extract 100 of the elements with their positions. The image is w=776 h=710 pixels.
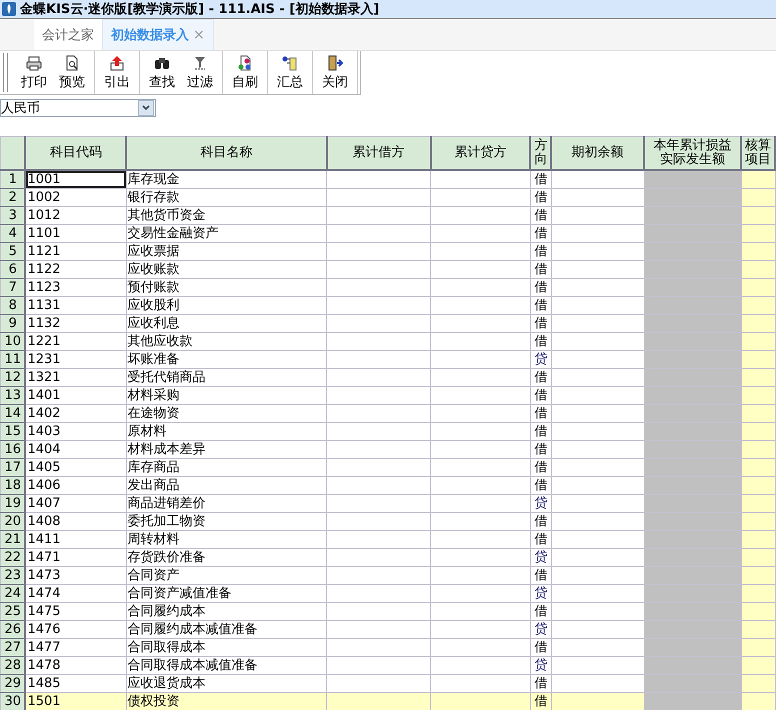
table-cell: 库存现金 <box>126 170 327 188</box>
table-cell: 1403 <box>25 422 126 440</box>
row-number: 6 <box>0 260 26 278</box>
table-cell: 1101 <box>25 224 126 242</box>
table-cell: 坏账准备 <box>126 350 327 368</box>
row-number: 18 <box>0 476 26 494</box>
toolbar-button[interactable]: 关闭 <box>316 51 354 94</box>
table-cell: 借 <box>530 314 552 332</box>
table-cell: 1401 <box>25 386 126 404</box>
table-cell: 交易性金融资产 <box>126 224 327 242</box>
row-number: 21 <box>0 530 26 548</box>
table-cell: 合同资产 <box>126 566 327 584</box>
table-cell: 贷 <box>530 548 552 566</box>
column-header[interactable]: 科目名称 <box>126 136 327 170</box>
table-cell: 1475 <box>25 602 126 620</box>
table-cell: 1476 <box>25 620 126 638</box>
table-cell: 合同履约成本减值准备 <box>126 620 327 638</box>
toolbar-button[interactable]: 打印 <box>15 51 53 94</box>
column-header[interactable]: 本年累计损益实际发生额 <box>644 136 742 170</box>
row-number: 26 <box>0 620 26 638</box>
table-cell: 1405 <box>25 458 126 476</box>
row-number: 28 <box>0 656 26 674</box>
table-cell: 周转材料 <box>126 530 327 548</box>
table-cell: 借 <box>530 386 552 404</box>
close-icon <box>327 54 343 70</box>
chevron-down-icon <box>138 100 154 116</box>
table-cell: 合同取得成本 <box>126 638 327 656</box>
table-cell: 1131 <box>25 296 126 314</box>
column-header[interactable]: 方向 <box>530 136 552 170</box>
row-number: 9 <box>0 314 26 332</box>
table-cell: 贷 <box>530 584 552 602</box>
toolbar-button[interactable]: 自刷 <box>226 51 264 94</box>
table-cell: 1321 <box>25 368 126 386</box>
table-cell: 借 <box>530 458 552 476</box>
table-cell: 材料采购 <box>126 386 327 404</box>
tab[interactable]: 会计之家 <box>34 19 102 50</box>
row-number: 1 <box>0 170 26 188</box>
table-cell: 1012 <box>25 206 126 224</box>
table-cell: 1471 <box>25 548 126 566</box>
table-cell: 材料成本差异 <box>126 440 327 458</box>
table-cell: 借 <box>530 404 552 422</box>
row-number: 16 <box>0 440 26 458</box>
column-header[interactable]: 累计贷方 <box>430 136 530 170</box>
table-cell: 1477 <box>25 638 126 656</box>
table-cell: 应收股利 <box>126 296 327 314</box>
row-number: 5 <box>0 242 26 260</box>
table-cell: 借 <box>530 206 552 224</box>
table-cell: 1402 <box>25 404 126 422</box>
table-cell: 库存商品 <box>126 458 327 476</box>
table-cell: 受托代销商品 <box>126 368 327 386</box>
table-cell: 商品进销差价 <box>126 494 327 512</box>
table-cell: 借 <box>530 224 552 242</box>
column-header[interactable]: 期初余额 <box>551 136 644 170</box>
table-cell: 1123 <box>25 278 126 296</box>
row-number: 27 <box>0 638 26 656</box>
row-number: 11 <box>0 350 26 368</box>
table-cell: 1407 <box>25 494 126 512</box>
row-number: 14 <box>0 404 26 422</box>
currency-dropdown[interactable]: 人民币 <box>0 99 156 117</box>
table-cell: 借 <box>530 242 552 260</box>
table-cell: 借 <box>530 422 552 440</box>
table-cell: 借 <box>530 602 552 620</box>
table-cell: 预付账款 <box>126 278 327 296</box>
table-cell: 应收票据 <box>126 242 327 260</box>
row-number: 10 <box>0 332 26 350</box>
table-cell: 其他应收款 <box>126 332 327 350</box>
table-cell: 1501 <box>25 692 126 710</box>
toolbar-button[interactable]: 查找 <box>143 51 181 94</box>
table-cell: 借 <box>530 440 552 458</box>
table-cell: 原材料 <box>126 422 327 440</box>
table-cell: 存货跌价准备 <box>126 548 327 566</box>
table-cell: 应收利息 <box>126 314 327 332</box>
row-number: 7 <box>0 278 26 296</box>
table-cell: 借 <box>530 170 552 188</box>
toolbar-button[interactable]: 预览 <box>53 51 91 94</box>
row-number: 12 <box>0 368 26 386</box>
refresh-icon <box>237 54 253 70</box>
table-cell: 合同资产减值准备 <box>126 584 327 602</box>
filter-icon <box>192 54 208 70</box>
table-cell: 借 <box>530 368 552 386</box>
table-cell: 借 <box>530 332 552 350</box>
table-cell: 1411 <box>25 530 126 548</box>
toolbar-button[interactable]: 过滤 <box>181 51 219 94</box>
table-cell: 借 <box>530 260 552 278</box>
table-cell: 1002 <box>25 188 126 206</box>
table-cell: 借 <box>530 296 552 314</box>
table-cell: 发出商品 <box>126 476 327 494</box>
column-header[interactable]: 核算项目 <box>741 136 775 170</box>
table-cell: 借 <box>530 188 552 206</box>
toolbar-button[interactable]: 引出 <box>98 51 136 94</box>
column-header[interactable]: 科目代码 <box>25 136 126 170</box>
table-cell: 1404 <box>25 440 126 458</box>
toolbar-button[interactable]: 汇总 <box>271 51 309 94</box>
table-cell: 1473 <box>25 566 126 584</box>
row-number: 30 <box>0 692 26 710</box>
table-cell: 1474 <box>25 584 126 602</box>
column-header[interactable]: 累计借方 <box>326 136 431 170</box>
row-number: 29 <box>0 674 26 692</box>
table-cell: 借 <box>530 692 552 710</box>
row-number: 24 <box>0 584 26 602</box>
